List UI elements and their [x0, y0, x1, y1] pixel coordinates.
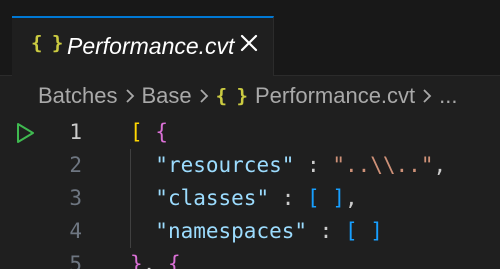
json-file-icon: { }: [31, 32, 63, 54]
code-token: [: [130, 120, 143, 144]
code-token: :: [307, 219, 345, 243]
code-text: [ {: [130, 120, 168, 144]
code-token: [ ]: [344, 219, 383, 243]
line-number: 3: [69, 186, 82, 210]
tab-performance-cvt[interactable]: { } Performance.cvt: [12, 16, 274, 76]
code-text: }, {: [130, 252, 181, 269]
code-token: ,: [344, 186, 358, 210]
code-token: {: [167, 252, 181, 269]
code-text: "namespaces" : [ ]: [130, 219, 383, 243]
breadcrumb-item-base[interactable]: Base: [142, 83, 192, 109]
code-token: {: [155, 120, 168, 144]
breadcrumb-item-more[interactable]: ...: [439, 83, 457, 109]
breadcrumb: Batches Base { } Performance.cvt ...: [0, 76, 500, 116]
tab-bar: { } Performance.cvt: [0, 0, 500, 76]
line-number: 2: [69, 153, 82, 177]
code-token: ,: [433, 153, 447, 177]
code-token: ,: [142, 252, 168, 269]
editor-window: { } Performance.cvt Batches Base { } Per…: [0, 0, 500, 269]
code-line[interactable]: 1 [ {: [0, 116, 500, 149]
code-line[interactable]: 5}, {: [0, 248, 500, 269]
close-icon[interactable]: [236, 30, 262, 56]
code-token: "resources": [155, 153, 295, 177]
code-token: "namespaces": [155, 219, 308, 243]
line-number: 5: [69, 252, 82, 269]
chevron-right-icon: [124, 87, 136, 105]
code-line[interactable]: 2 "resources" : "..\\..",: [0, 149, 500, 182]
breadcrumb-item-file[interactable]: Performance.cvt: [255, 83, 415, 109]
chevron-right-icon: [198, 87, 210, 105]
code-token: }: [130, 252, 143, 269]
code-line[interactable]: 3 "classes" : [ ],: [0, 182, 500, 215]
breadcrumb-item-batches[interactable]: Batches: [38, 83, 118, 109]
code-text: "classes" : [ ],: [130, 186, 358, 210]
json-file-icon: { }: [215, 85, 248, 107]
code-token: :: [269, 186, 308, 210]
code-line[interactable]: 4 "namespaces" : [ ]: [0, 215, 500, 248]
line-number: 1: [69, 120, 82, 144]
code-token: "classes": [155, 186, 270, 210]
code-token: :: [294, 153, 333, 177]
tab-label: Performance.cvt: [67, 33, 235, 59]
code-text: "resources" : "..\\..",: [130, 153, 446, 177]
chevron-right-icon: [421, 87, 433, 105]
code-token: "..\\..": [332, 153, 434, 177]
line-number: 4: [69, 219, 82, 243]
code-editor[interactable]: 1[ {2 "resources" : "..\\..", 3 "classes"…: [0, 116, 500, 269]
code-token: [ ]: [307, 186, 345, 210]
